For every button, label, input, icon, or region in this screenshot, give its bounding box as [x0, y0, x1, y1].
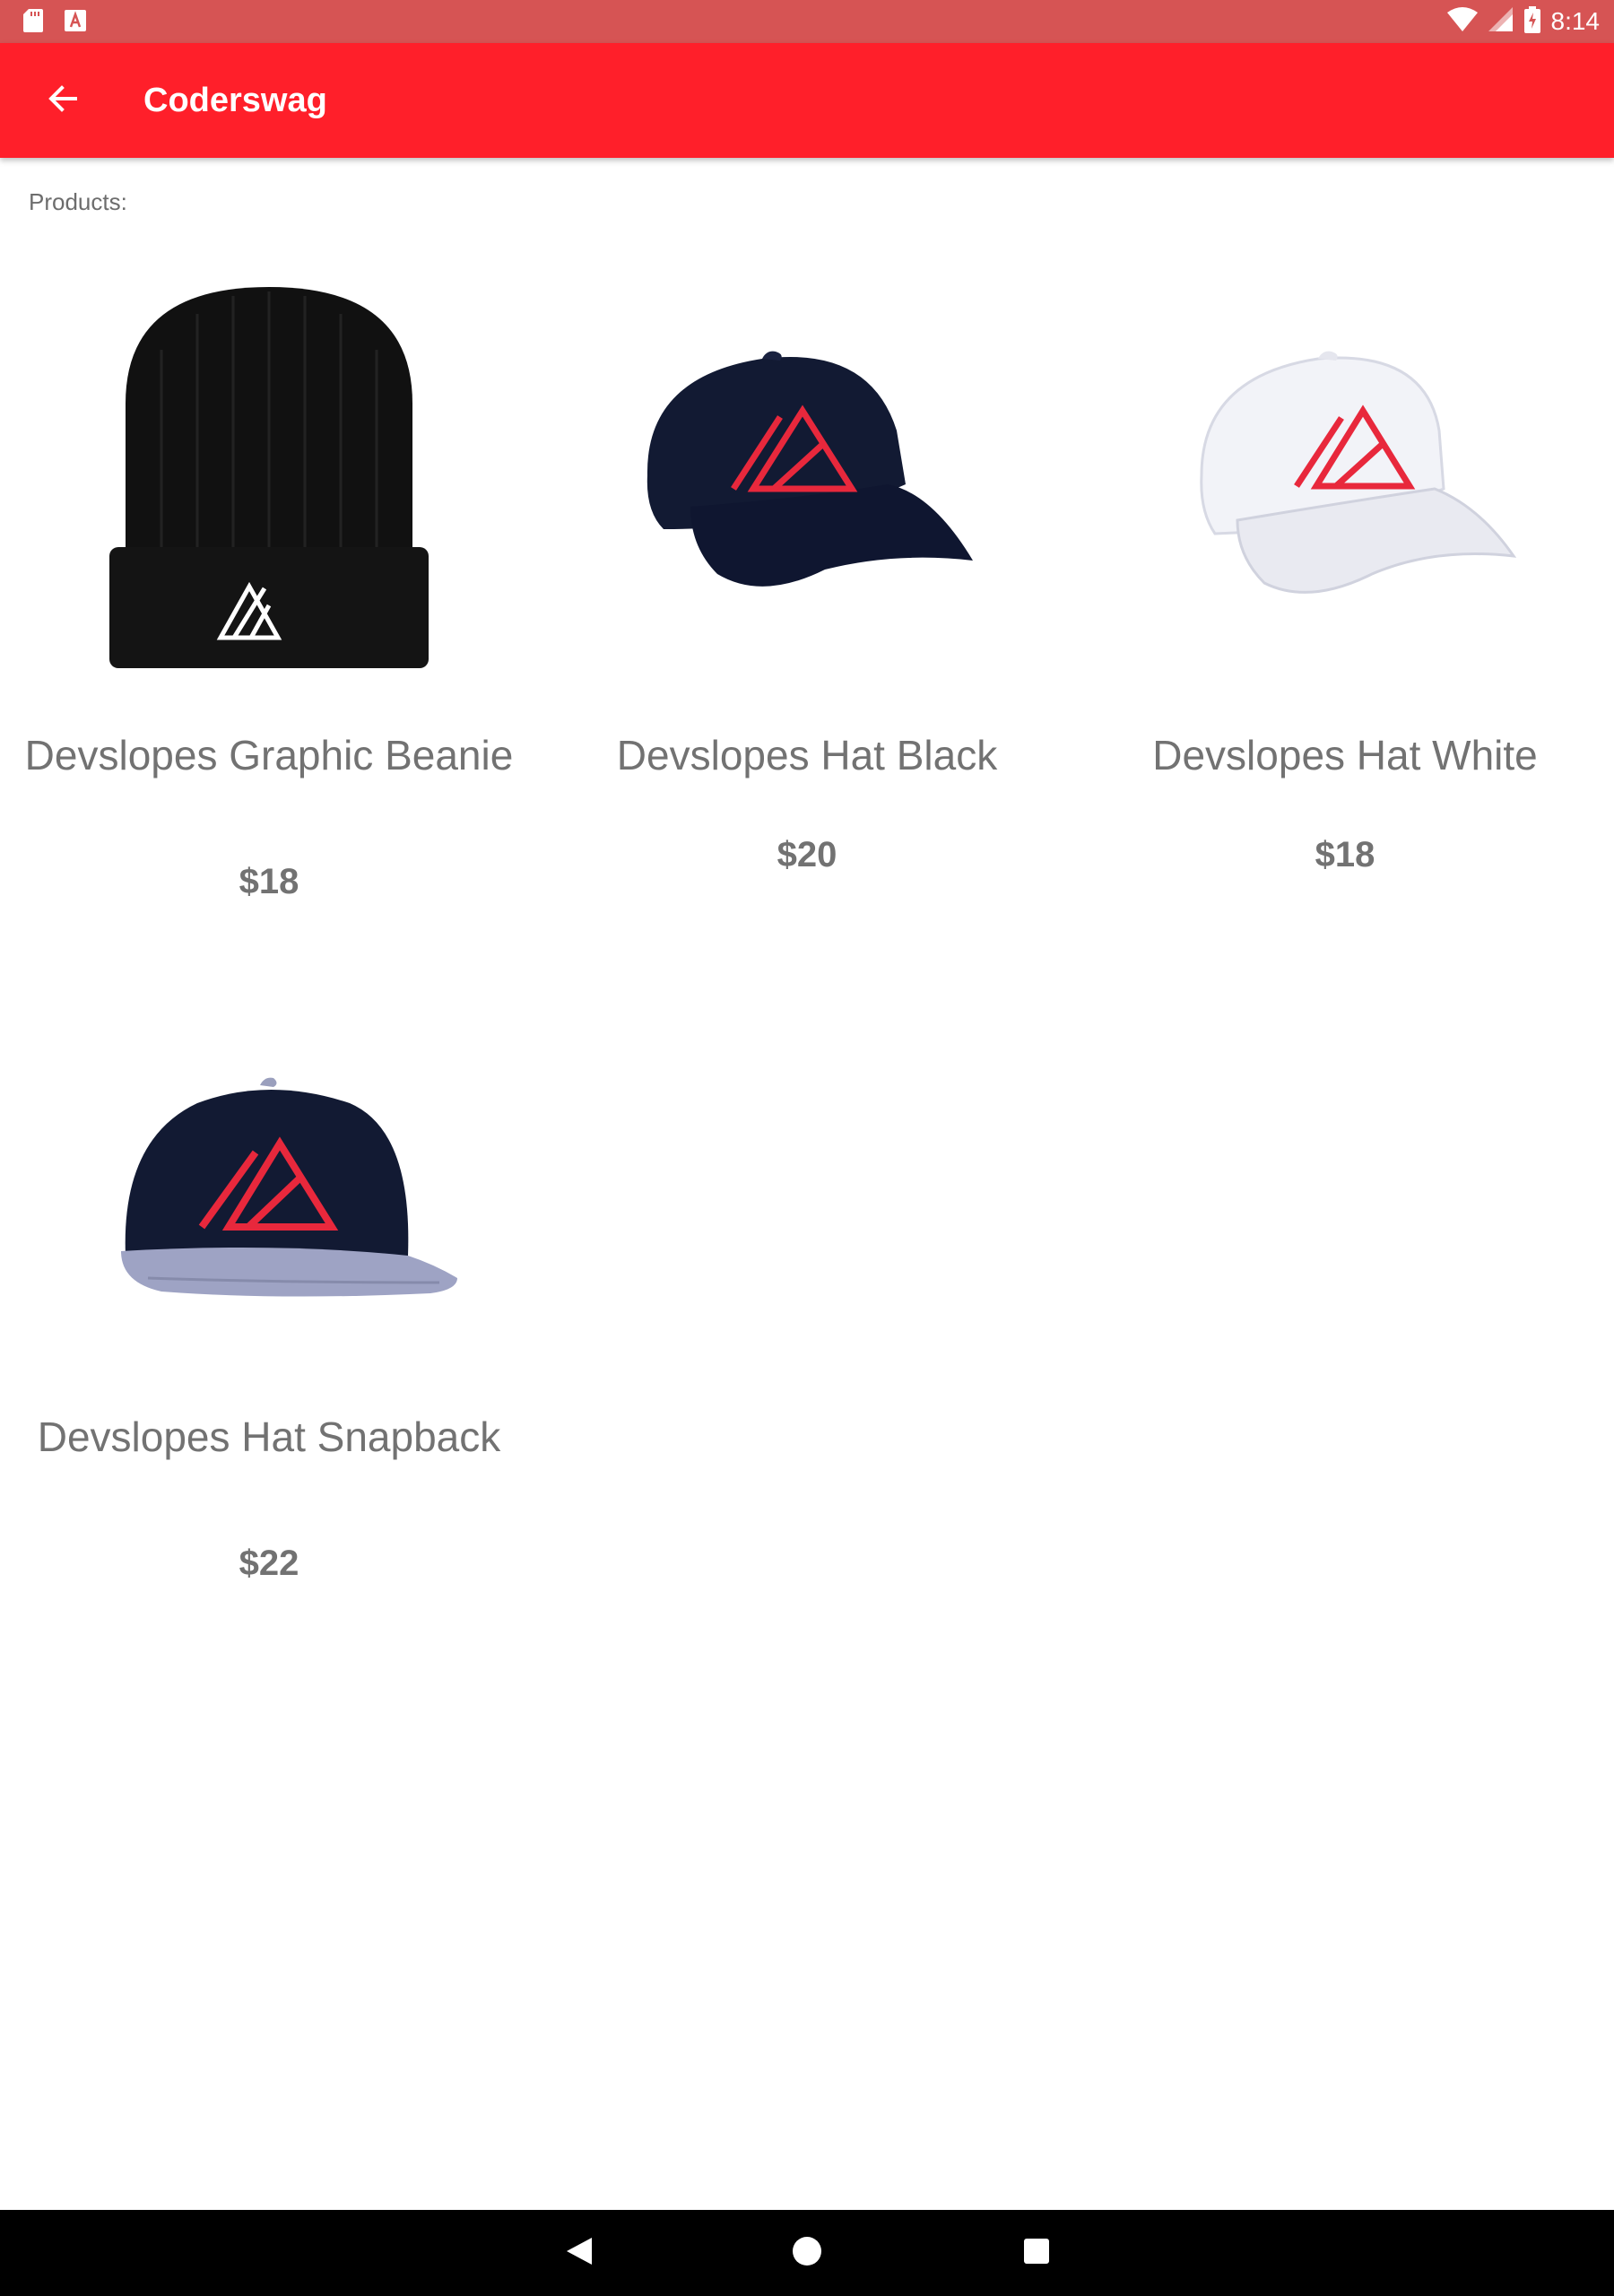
product-card[interactable]: Devslopes Graphic Beanie $18 [0, 260, 538, 942]
product-price: $20 [777, 835, 837, 874]
nav-home-button[interactable] [782, 2228, 832, 2278]
product-card[interactable]: Devslopes Hat Snapback $22 [0, 1058, 538, 1704]
product-image [628, 341, 986, 614]
back-triangle-icon [565, 2236, 594, 2271]
back-button[interactable] [36, 74, 90, 127]
product-image [81, 1067, 457, 1341]
a-icon [65, 10, 86, 36]
nav-back-button[interactable] [554, 2228, 604, 2278]
signal-icon [1488, 6, 1514, 37]
sd-card-icon [23, 9, 43, 37]
section-label: Products: [29, 188, 127, 215]
nav-recents-button[interactable] [1011, 2228, 1062, 2278]
arrow-back-icon [47, 83, 79, 119]
product-card[interactable]: Devslopes Hat White $18 [1076, 260, 1614, 942]
product-price: $22 [239, 1544, 299, 1583]
product-image [81, 269, 457, 677]
navigation-bar [0, 2210, 1614, 2296]
status-right: 8:14 [1446, 5, 1601, 38]
product-price: $18 [1315, 835, 1375, 874]
product-name: Devslopes Hat Snapback [37, 1413, 501, 1460]
status-left [23, 9, 86, 37]
product-name: Devslopes Graphic Beanie [24, 732, 514, 778]
wifi-icon [1446, 6, 1478, 37]
product-image [1166, 341, 1524, 614]
product-price: $18 [239, 862, 299, 901]
battery-charging-icon [1523, 5, 1540, 38]
recents-square-icon [1022, 2237, 1051, 2270]
app-title: Coderswag [143, 82, 327, 119]
product-name: Devslopes Hat Black [616, 732, 998, 778]
app-bar: Coderswag [0, 43, 1614, 158]
home-circle-icon [791, 2235, 823, 2272]
status-bar: 8:14 [0, 0, 1614, 43]
status-time: 8:14 [1550, 7, 1601, 35]
product-card[interactable]: Devslopes Hat Black $20 [538, 260, 1076, 942]
product-name: Devslopes Hat White [1152, 732, 1538, 778]
